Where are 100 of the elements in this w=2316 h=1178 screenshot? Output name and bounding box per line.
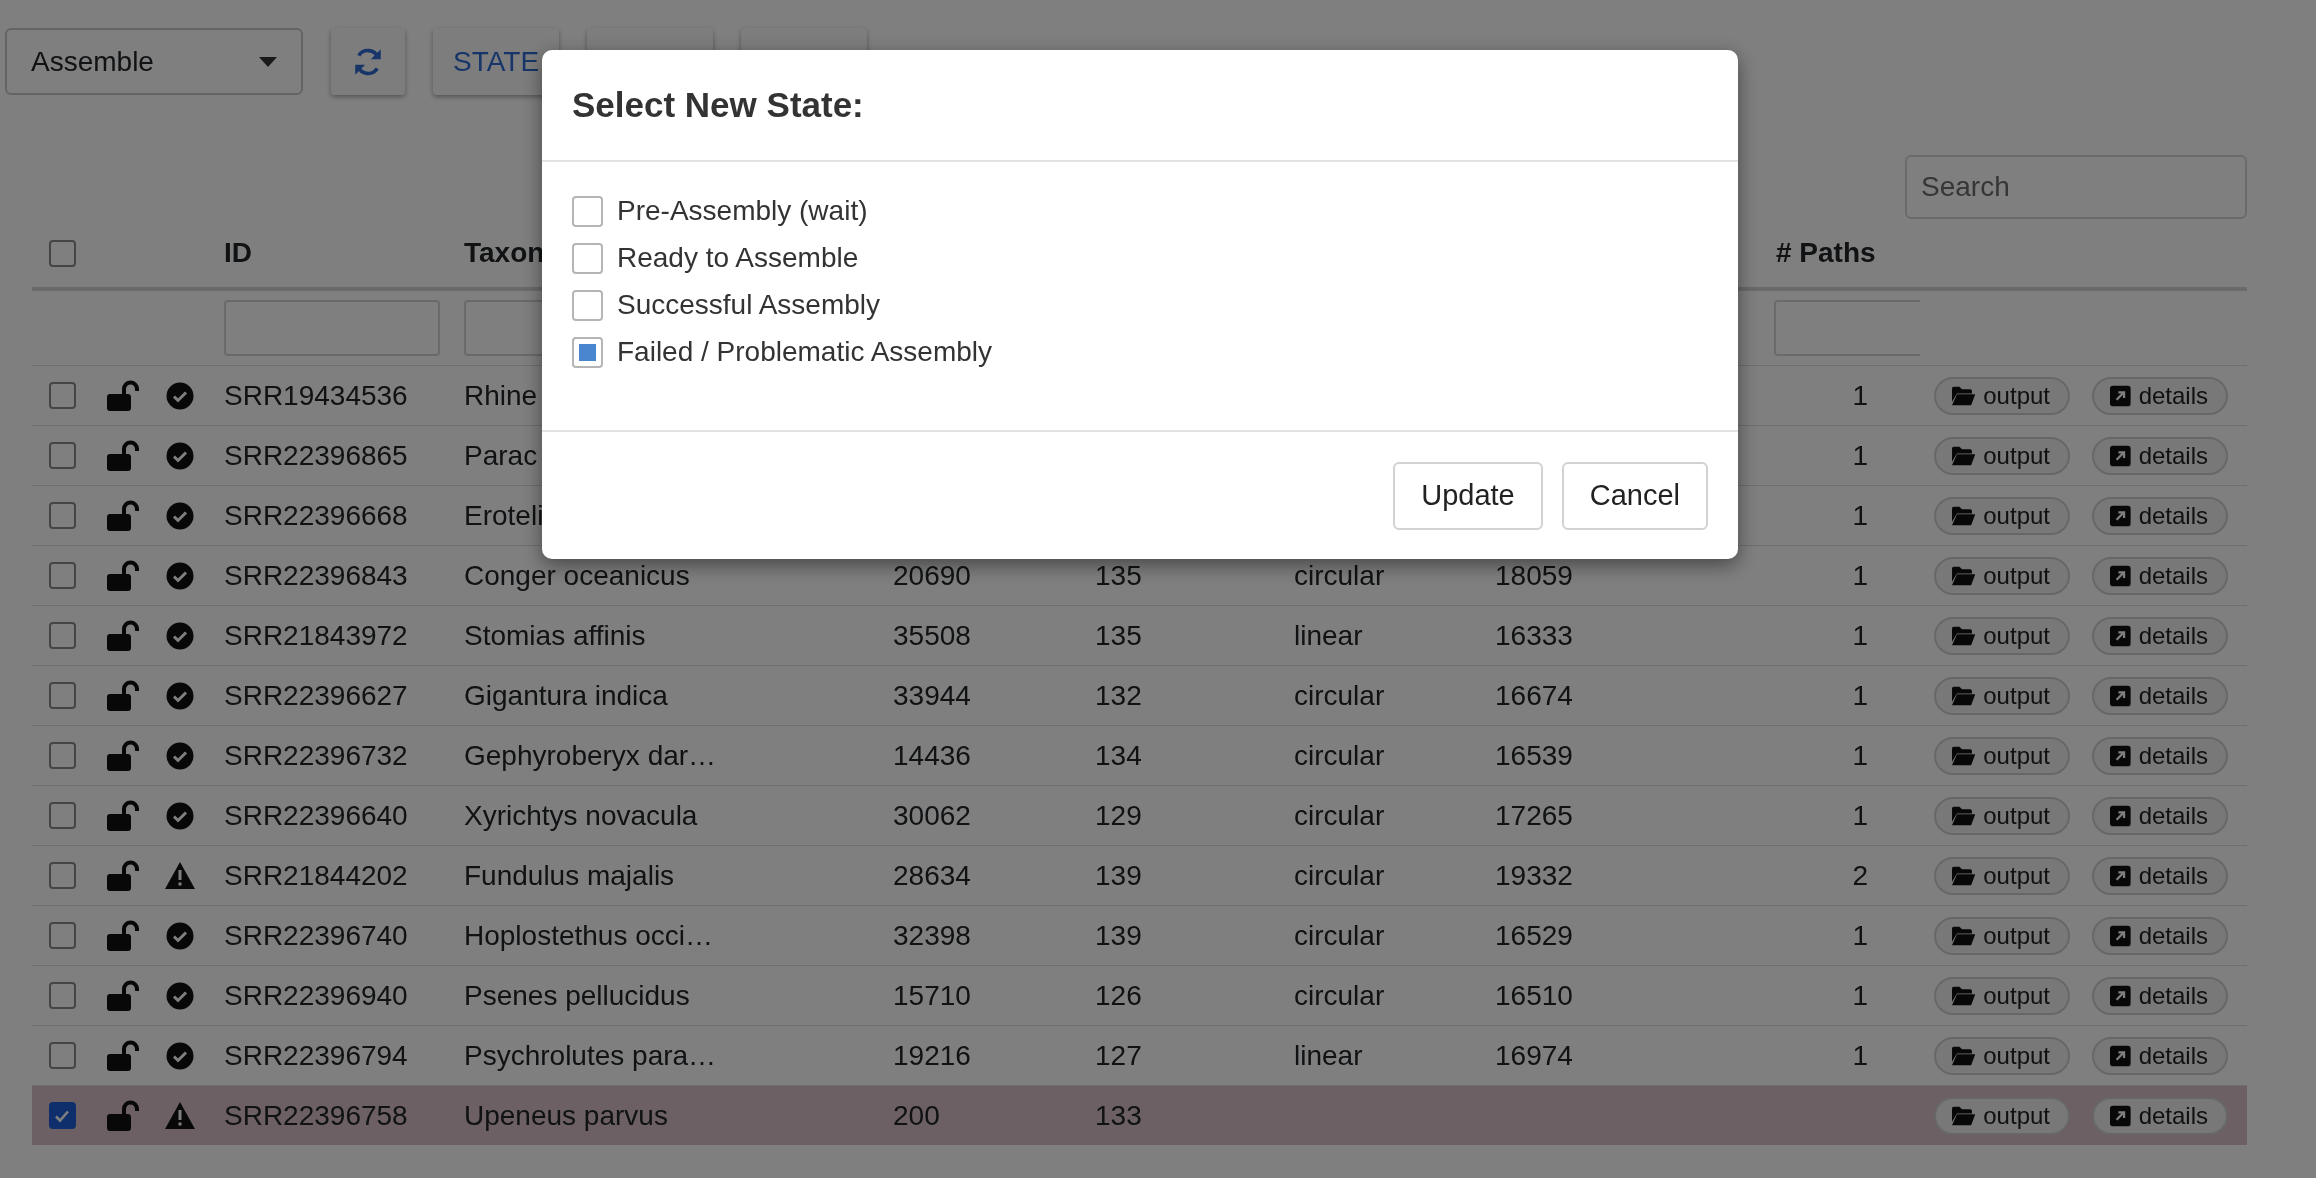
- table-cell-text: Psychrolutes para…: [463, 1039, 718, 1072]
- check-circle-icon: [166, 681, 194, 710]
- checkbox[interactable]: [572, 242, 603, 274]
- table-cell-text: SRR19434536: [223, 379, 409, 412]
- folder-icon: [1952, 564, 1976, 587]
- table-cell-text: 20690: [892, 559, 972, 592]
- mode-dropdown[interactable]: Assemble: [5, 28, 303, 95]
- table-cell-text: 1: [1851, 919, 1869, 952]
- output-button[interactable]: output: [1934, 736, 2070, 775]
- details-button[interactable]: details: [2092, 916, 2228, 955]
- table-cell-text: Upeneus parvus: [463, 1099, 669, 1132]
- external-link-icon: [2110, 804, 2131, 827]
- table-cell-text: 15710: [892, 979, 972, 1012]
- details-button[interactable]: details: [2092, 1036, 2228, 1075]
- table-cell-text: 18059: [1494, 559, 1574, 592]
- check-circle-icon: [166, 1041, 194, 1070]
- details-button[interactable]: details: [2092, 556, 2228, 595]
- table-cell-text: SRR22396865: [223, 439, 409, 472]
- table-cell-text: 1: [1851, 679, 1869, 712]
- folder-icon: [1952, 684, 1976, 707]
- update-button[interactable]: Update: [1393, 461, 1543, 530]
- details-button[interactable]: details: [2092, 856, 2228, 895]
- output-button[interactable]: output: [1934, 436, 2070, 475]
- table-cell-text: 32398: [892, 919, 972, 952]
- checkbox[interactable]: [48, 562, 76, 589]
- details-button[interactable]: details: [2092, 676, 2228, 715]
- search-field[interactable]: Search: [1905, 155, 2247, 219]
- checkbox[interactable]: [48, 502, 76, 529]
- external-link-icon: [2110, 384, 2131, 407]
- table-cell-text: 135: [1094, 559, 1143, 592]
- output-button[interactable]: output: [1934, 616, 2070, 655]
- details-button[interactable]: details: [2092, 976, 2228, 1015]
- table-cell-text: SRR22396640: [223, 799, 409, 832]
- table-cell-text: 30062: [892, 799, 972, 832]
- checked-checkbox[interactable]: [572, 336, 603, 368]
- table-cell-text: SRR22396668: [223, 499, 409, 532]
- output-button[interactable]: output: [1934, 556, 2070, 595]
- table-cell-text: 16333: [1494, 619, 1574, 652]
- folder-icon: [1952, 744, 1976, 767]
- option-label: Ready to Assemble: [617, 242, 859, 274]
- table-cell-text: 133: [1094, 1099, 1143, 1132]
- column-header[interactable]: # Paths: [1760, 237, 1920, 269]
- checkbox[interactable]: [572, 195, 603, 227]
- checkbox[interactable]: [48, 382, 76, 409]
- checkbox[interactable]: [48, 862, 76, 889]
- checkbox[interactable]: [48, 922, 76, 949]
- external-link-icon: [2110, 984, 2131, 1007]
- output-button[interactable]: output: [1934, 1036, 2070, 1075]
- output-button[interactable]: output: [1934, 376, 2070, 415]
- table-cell-text: 2: [1851, 859, 1869, 892]
- details-button[interactable]: details: [2092, 616, 2228, 655]
- table-cell-text: 139: [1094, 859, 1143, 892]
- output-button[interactable]: output: [1934, 916, 2070, 955]
- table-cell-text: 1: [1851, 979, 1869, 1012]
- table-cell-text: 17265: [1494, 799, 1574, 832]
- folder-icon: [1952, 444, 1976, 467]
- details-button[interactable]: details: [2092, 736, 2228, 775]
- table-cell-text: 1: [1851, 1039, 1869, 1072]
- checkbox[interactable]: [572, 289, 603, 321]
- checkbox[interactable]: [48, 622, 76, 649]
- output-button[interactable]: output: [1934, 676, 2070, 715]
- checkbox[interactable]: [48, 442, 76, 469]
- cancel-button[interactable]: Cancel: [1561, 461, 1708, 530]
- table-cell-text: 1: [1851, 559, 1869, 592]
- table-cell-text: circular: [1293, 679, 1386, 712]
- refresh-button[interactable]: [331, 28, 405, 95]
- table-cell-text: Fundulus majalis: [463, 859, 676, 892]
- output-button[interactable]: output: [1934, 496, 2070, 535]
- details-button[interactable]: details: [2092, 1096, 2228, 1135]
- external-link-icon: [2110, 504, 2131, 527]
- output-button[interactable]: output: [1934, 1096, 2070, 1135]
- details-button[interactable]: details: [2092, 436, 2228, 475]
- external-link-icon: [2110, 864, 2131, 887]
- check-circle-icon: [166, 561, 194, 590]
- checkbox[interactable]: [48, 802, 76, 829]
- checkbox[interactable]: [48, 982, 76, 1009]
- checkbox[interactable]: [48, 682, 76, 709]
- state-button[interactable]: STATE: [433, 28, 560, 95]
- checked-checkbox[interactable]: [48, 1102, 76, 1129]
- details-button[interactable]: details: [2092, 376, 2228, 415]
- details-button[interactable]: details: [2092, 796, 2228, 835]
- column-header[interactable]: ID: [208, 237, 448, 269]
- folder-icon: [1952, 1104, 1976, 1127]
- option-label: Failed / Problematic Assembly: [617, 336, 993, 368]
- output-button[interactable]: output: [1934, 976, 2070, 1015]
- warning-icon: [165, 862, 195, 889]
- details-button[interactable]: details: [2092, 496, 2228, 535]
- table-cell-text: Gephyroberyx dar…: [463, 739, 718, 772]
- checkbox[interactable]: [48, 1042, 76, 1069]
- output-button[interactable]: output: [1934, 796, 2070, 835]
- table-cell-text: Xyrichtys novacula: [463, 799, 699, 832]
- table-cell-text: Psenes pellucidus: [463, 979, 691, 1012]
- table-cell-text: 127: [1094, 1039, 1143, 1072]
- table-cell-text: 16674: [1494, 679, 1574, 712]
- checkbox[interactable]: [48, 742, 76, 769]
- checkbox[interactable]: [48, 239, 76, 267]
- check-circle-icon: [166, 501, 194, 530]
- output-button[interactable]: output: [1934, 856, 2070, 895]
- table-cell-text: 16974: [1494, 1039, 1574, 1072]
- table-cell-text: 132: [1094, 679, 1143, 712]
